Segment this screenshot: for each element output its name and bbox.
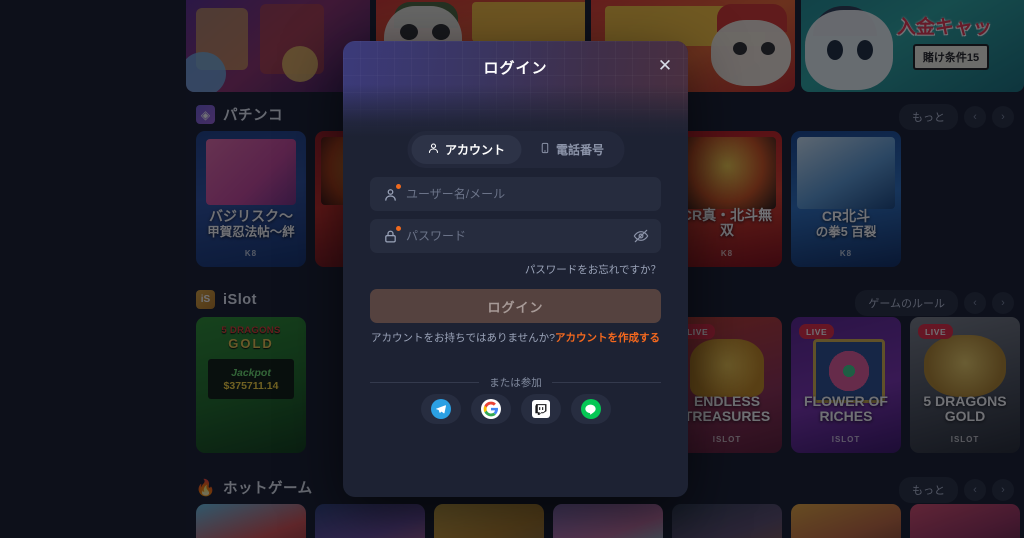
google-icon <box>480 399 501 419</box>
line-icon <box>580 399 601 419</box>
eye-off-icon[interactable] <box>633 228 649 244</box>
twitch-icon <box>531 400 550 418</box>
line-login-button[interactable] <box>570 394 611 424</box>
divider-label: または参加 <box>489 377 542 389</box>
username-input[interactable] <box>406 187 649 201</box>
lock-icon <box>382 226 401 244</box>
telegram-icon <box>430 399 451 419</box>
divider-line-left <box>370 382 480 383</box>
required-indicator <box>396 226 401 231</box>
password-input[interactable] <box>406 229 625 243</box>
login-method-tabs: アカウント 電話番号 <box>406 131 625 168</box>
login-modal: ログイン ✕ アカウント 電話番号 ユーザー名/メール パスワードをお忘れですか… <box>343 41 688 497</box>
login-submit-button[interactable]: ログイン <box>370 289 661 323</box>
google-login-button[interactable] <box>470 394 511 424</box>
forgot-password-link[interactable]: パスワードをお忘れですか？ <box>525 262 661 277</box>
signup-prompt-row: アカウントをお持ちではありませんか?アカウントを作成する <box>343 330 688 345</box>
modal-title: ログイン <box>483 60 548 77</box>
social-divider: または参加 <box>370 375 661 390</box>
tab-account-label: アカウント <box>444 143 505 157</box>
tab-phone[interactable]: 電話番号 <box>523 135 620 164</box>
phone-icon <box>539 142 550 157</box>
create-account-link[interactable]: アカウントを作成する <box>555 332 660 344</box>
username-field-wrapper[interactable] <box>370 177 661 211</box>
close-icon[interactable]: ✕ <box>654 54 676 76</box>
user-icon <box>427 142 439 157</box>
social-login-row <box>343 394 688 424</box>
telegram-login-button[interactable] <box>420 394 461 424</box>
divider-line-right <box>551 382 661 383</box>
tab-account[interactable]: アカウント <box>410 135 521 164</box>
modal-body: ログイン ✕ アカウント 電話番号 ユーザー名/メール パスワードをお忘れですか… <box>343 41 688 497</box>
tab-phone-label: 電話番号 <box>556 143 605 157</box>
user-icon <box>382 184 401 202</box>
app-root: k8 <box>0 0 1024 538</box>
password-field-wrapper[interactable] <box>370 219 661 253</box>
signup-prompt-text: アカウントをお持ちではありませんか? <box>370 332 556 344</box>
twitch-login-button[interactable] <box>520 394 561 424</box>
required-indicator <box>396 184 401 189</box>
